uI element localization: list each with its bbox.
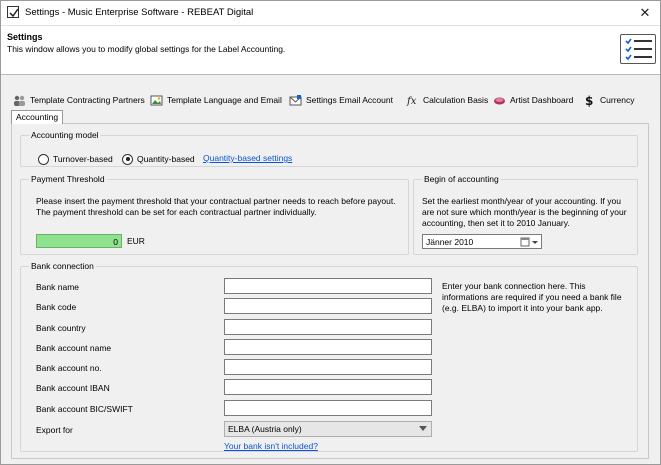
bank-name-input[interactable] [224,278,432,294]
threshold-description-1: Please insert the payment threshold that… [36,196,396,206]
tab-label: Template Contracting Partners [30,95,145,105]
tab-label: Calculation Basis [423,95,489,105]
bank-account-iban-input[interactable] [224,379,432,395]
checklist-app-icon [7,6,19,18]
settings-window: Settings - Music Enterprise Software - R… [0,0,661,465]
bank-account-name-label: Bank account name [36,343,112,353]
bank-name-label: Bank name [36,282,79,292]
tab-artist-dashboard[interactable]: Artist Dashboard [490,93,573,109]
bank-account-no-label: Bank account no. [36,363,102,373]
header-panel: Settings This window allows you to modif… [1,25,660,73]
group-label: Begin of accounting [422,174,501,185]
settings-body: Template Contracting Partners Template L… [1,74,660,464]
close-button[interactable]: ✕ [636,4,654,22]
payment-threshold-input[interactable]: 0 [36,234,122,248]
begin-accounting-description: Set the earliest month/year of your acco… [422,196,627,228]
bank-country-input[interactable] [224,319,432,335]
page-subtitle: This window allows you to modify global … [7,44,286,54]
tab-label: Settings Email Account [306,95,393,105]
date-value: Jänner 2010 [426,237,474,247]
bank-code-label: Bank code [36,302,77,312]
bank-code-input[interactable] [224,298,432,314]
radio-circle [38,153,49,165]
payment-threshold-group: Payment Threshold Please insert the paym… [20,174,409,255]
chevron-down-icon [419,426,427,431]
bank-account-bic-swift-label: Bank account BIC/SWIFT [36,404,133,414]
tab-settings-email-account[interactable]: Settings Email Account [286,93,393,109]
tab-currency[interactable]: $ Currency [580,93,634,109]
bank-help-text: Enter your bank connection here. This in… [442,281,622,313]
radio-circle [122,153,133,165]
accounting-model-group: Accounting model Turnover-based Quantity… [20,130,638,167]
bank-account-bic-swift-input[interactable] [224,400,432,416]
svg-text:fx: fx [406,96,417,107]
tab-label: Artist Dashboard [510,95,574,105]
begin-accounting-date-picker[interactable]: Jänner 2010 [422,234,542,249]
tab-template-language-and-email[interactable]: Template Language and Email [147,93,282,109]
group-label: Payment Threshold [29,174,107,185]
quantity-based-settings-link[interactable]: Quantity-based settings [203,153,292,163]
tab-calculation-basis[interactable]: fx Calculation Basis [403,93,488,109]
tab-label: Template Language and Email [167,95,282,105]
image-icon [150,95,163,106]
dollar-icon: $ [585,94,593,107]
bank-country-label: Bank country [36,323,86,333]
group-label: Bank connection [29,261,96,272]
title-bar[interactable]: Settings - Music Enterprise Software - R… [1,1,660,25]
threshold-description-2: The payment threshold can be set for eac… [36,207,317,217]
tab-template-contracting-partners[interactable]: Template Contracting Partners [10,93,145,109]
group-label: Accounting model [29,130,101,141]
tab-label: Currency [600,95,635,105]
accounting-tab-panel: Accounting model Turnover-based Quantity… [11,123,649,459]
svg-text:$: $ [585,94,593,107]
bank-account-no-input[interactable] [224,359,432,375]
function-icon: fx [406,96,417,107]
checklist-icon [620,34,656,64]
email-account-icon [289,95,302,106]
bank-account-name-input[interactable] [224,339,432,355]
dashboard-icon [494,97,505,105]
bank-not-included-link[interactable]: Your bank isn't included? [224,441,318,451]
bank-account-iban-label: Bank account IBAN [36,383,110,393]
currency-label: EUR [127,236,145,246]
export-for-select[interactable]: ELBA (Austria only) [224,421,432,437]
tab-accounting[interactable]: Accounting [11,110,64,124]
calendar-dropdown-icon[interactable] [519,235,541,249]
turnover-based-radio[interactable]: Turnover-based [38,153,113,165]
export-for-label: Export for [36,425,73,435]
begin-of-accounting-group: Begin of accounting Set the earliest mon… [413,174,638,255]
radio-label: Quantity-based [137,154,195,164]
users-icon [14,95,25,106]
quantity-based-radio[interactable]: Quantity-based [122,153,195,165]
radio-selected-dot [125,157,130,161]
page-title: Settings [7,32,43,42]
bank-connection-group: Bank connection Bank name Bank code Bank… [20,261,638,452]
window-title: Settings - Music Enterprise Software - R… [25,7,254,18]
export-for-value: ELBA (Austria only) [228,424,302,434]
radio-label: Turnover-based [53,154,113,164]
